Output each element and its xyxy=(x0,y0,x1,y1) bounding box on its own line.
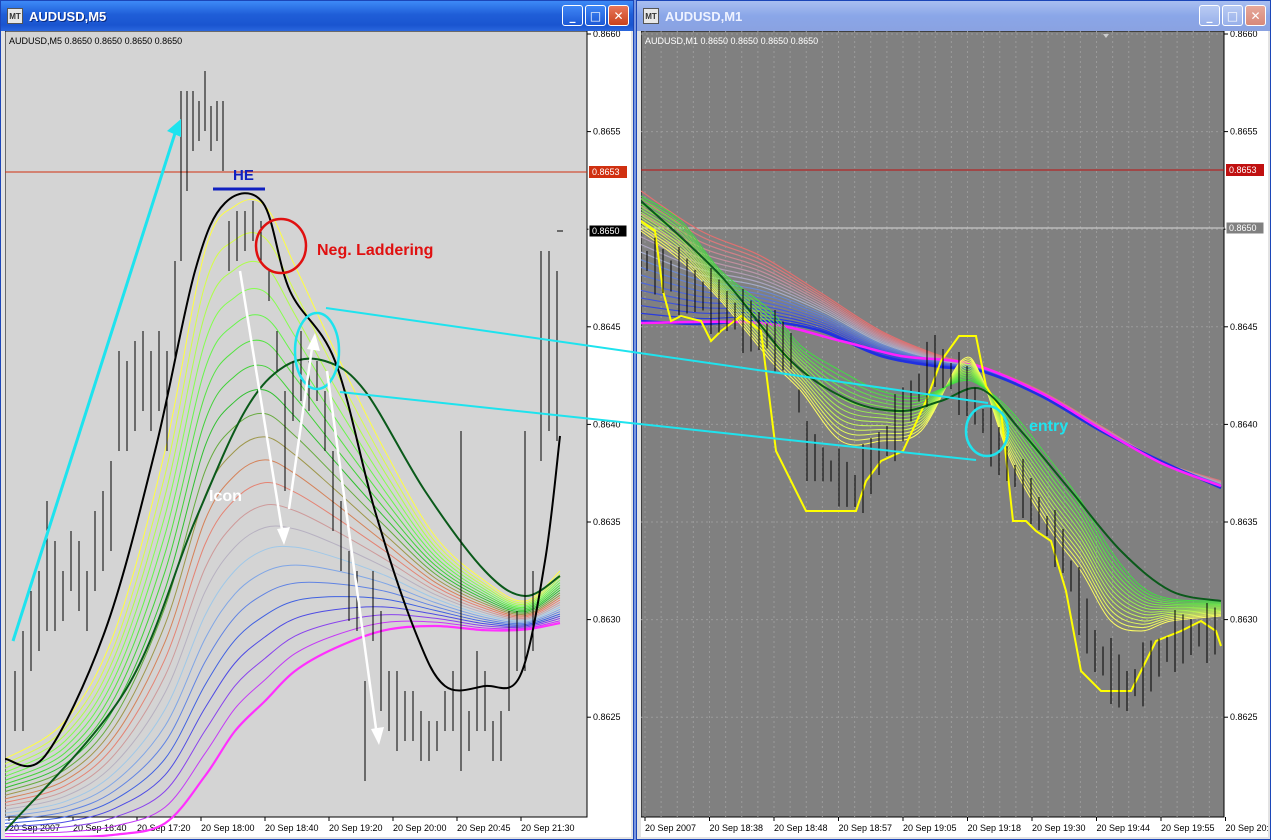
current-price-label: 0.8650 xyxy=(592,226,620,236)
price-label: 0.8645 xyxy=(593,322,621,332)
window-title: AUDUSD,M1 xyxy=(665,8,743,24)
symbol-info: AUDUSD,M1 0.8650 0.8650 0.8650 0.8650 xyxy=(645,36,818,46)
price-label: 0.8655 xyxy=(1230,127,1258,137)
time-label: 20 Sep 19:05 xyxy=(903,823,957,833)
app-icon: MT xyxy=(643,8,659,24)
close-button[interactable]: ✕ xyxy=(608,5,629,26)
time-label: 20 Sep 21:30 xyxy=(521,823,575,833)
entry-label: entry xyxy=(1029,418,1068,435)
time-label: 20 Sep 20:0 xyxy=(1226,823,1269,833)
time-label: 20 Sep 18:48 xyxy=(774,823,828,833)
price-label: 0.8640 xyxy=(593,419,621,429)
minimize-button[interactable]: _ xyxy=(1199,5,1220,26)
time-label: 20 Sep 20:00 xyxy=(393,823,447,833)
title-bar[interactable]: MT AUDUSD,M1 _ □ ✕ xyxy=(637,1,1270,31)
price-label: 0.8635 xyxy=(1230,517,1258,527)
plot-area xyxy=(5,31,588,818)
time-label: 20 Sep 18:00 xyxy=(201,823,255,833)
title-bar[interactable]: MT AUDUSD,M5 _ □ ✕ xyxy=(1,1,633,31)
maximize-button[interactable]: □ xyxy=(585,5,606,26)
price-label: 0.8630 xyxy=(593,615,621,625)
time-label: 20 Sep 18:57 xyxy=(839,823,893,833)
time-label: 20 Sep 19:30 xyxy=(1032,823,1086,833)
price-label: 0.8625 xyxy=(593,712,621,722)
price-chart[interactable]: 0.8660 0.8655 0.8650 0.8645 0.8640 0.8635 0.86… xyxy=(5,31,631,837)
close-button[interactable]: ✕ xyxy=(1245,5,1266,26)
price-chart[interactable]: 0.8660 0.8655 0.8650 0.8645 0.8640 0.8635 0.86… xyxy=(641,31,1268,837)
time-label: 20 Sep 18:38 xyxy=(710,823,764,833)
price-label: 0.8635 xyxy=(593,517,621,527)
price-label: 0.8660 xyxy=(1230,31,1258,39)
price-label: 0.8660 xyxy=(593,31,621,39)
price-label: 0.8655 xyxy=(593,127,621,137)
neg-laddering-label: Neg. Laddering xyxy=(317,242,433,259)
time-label: 20 Sep 20:45 xyxy=(457,823,511,833)
price-label: 0.8630 xyxy=(1230,615,1258,625)
price-label: 0.8625 xyxy=(1230,712,1258,722)
app-icon: MT xyxy=(7,8,23,24)
time-label: 20 Sep 19:44 xyxy=(1097,823,1151,833)
maximize-button[interactable]: □ xyxy=(1222,5,1243,26)
minimize-button[interactable]: _ xyxy=(562,5,583,26)
time-label: 20 Sep 19:20 xyxy=(329,823,383,833)
chart-area[interactable]: 0.8660 0.8655 0.8650 0.8645 0.8640 0.8635 0.86… xyxy=(5,31,631,837)
time-label: 20 Sep 19:55 xyxy=(1161,823,1215,833)
time-label: 20 Sep 18:40 xyxy=(265,823,319,833)
icon-label: Icon xyxy=(209,488,242,505)
window-audusd-m5[interactable]: MT AUDUSD,M5 _ □ ✕ 0.86600.86550.86500.8… xyxy=(0,0,634,840)
window-audusd-m1[interactable]: MT AUDUSD,M1 _ □ ✕ 0.86600.86550.86500.8… xyxy=(636,0,1271,840)
he-label: HE xyxy=(233,167,254,184)
price-line-label: 0.8653 xyxy=(592,167,620,177)
price-line-label: 0.8653 xyxy=(1229,165,1257,175)
chart-area[interactable]: 0.8660 0.8655 0.8650 0.8645 0.8640 0.8635 0.86… xyxy=(641,31,1268,837)
current-price-label: 0.8650 xyxy=(1229,223,1257,233)
price-label: 0.8645 xyxy=(1230,322,1258,332)
price-label: 0.8640 xyxy=(1230,419,1258,429)
time-label: 20 Sep 19:18 xyxy=(968,823,1022,833)
symbol-info: AUDUSD,M5 0.8650 0.8650 0.8650 0.8650 xyxy=(9,36,182,46)
time-label: 20 Sep 2007 xyxy=(645,823,696,833)
window-title: AUDUSD,M5 xyxy=(29,8,107,24)
